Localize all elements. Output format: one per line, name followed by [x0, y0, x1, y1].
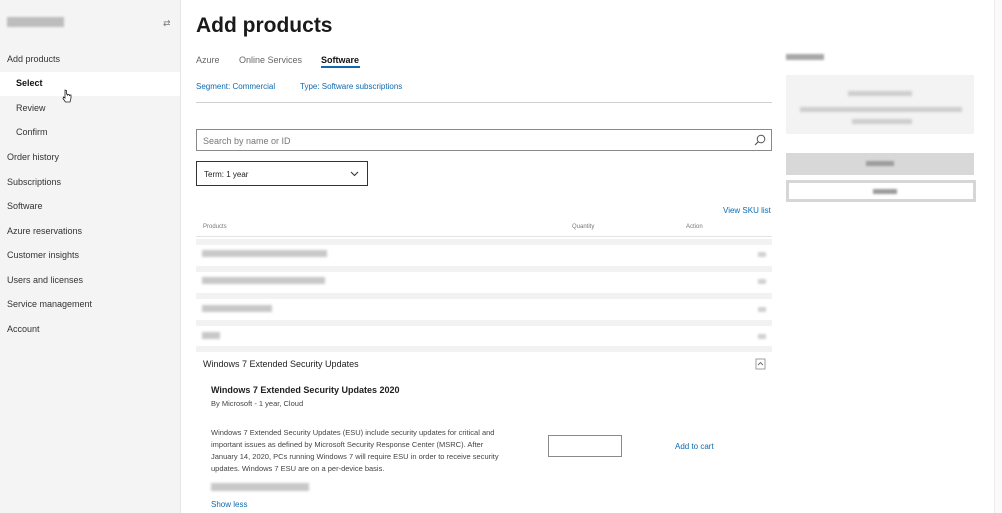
button-text-redacted: [866, 161, 894, 166]
chevron-down-icon: [350, 171, 359, 177]
filter-divider: [196, 102, 772, 103]
tab-online-services[interactable]: Online Services: [239, 55, 302, 65]
sidebar-item-account[interactable]: Account: [7, 324, 40, 334]
product-detail-redacted: [211, 483, 309, 491]
column-header-action: Action: [686, 224, 703, 230]
segment-filter-link[interactable]: Segment: Commercial: [196, 82, 275, 91]
tab-software[interactable]: Software: [321, 55, 359, 65]
row-action-redacted[interactable]: [758, 334, 766, 339]
search-input[interactable]: [203, 134, 743, 147]
row-action-redacted[interactable]: [758, 279, 766, 284]
search-box[interactable]: [196, 129, 772, 151]
mouse-cursor-icon: [62, 89, 72, 103]
table-row-redacted[interactable]: [202, 277, 325, 284]
show-less-link[interactable]: Show less: [211, 500, 247, 509]
organization-name-redacted: [7, 17, 64, 27]
sidebar-item-azure-reservations[interactable]: Azure reservations: [7, 226, 82, 236]
collapse-icon[interactable]: ⇄: [163, 18, 171, 29]
sidebar-item-review[interactable]: Review: [16, 103, 46, 113]
table-row-separator: [196, 239, 772, 245]
product-group-title[interactable]: Windows 7 Extended Security Updates: [203, 359, 359, 369]
add-to-cart-link[interactable]: Add to cart: [675, 442, 714, 451]
sidebar-item-software[interactable]: Software: [7, 201, 43, 211]
column-header-quantity: Quantity: [572, 224, 595, 230]
table-row-redacted[interactable]: [202, 332, 220, 339]
sidebar-item-select-label[interactable]: Select: [16, 78, 43, 88]
sidebar-item-users-and-licenses[interactable]: Users and licenses: [7, 275, 83, 285]
sidebar-item-order-history[interactable]: Order history: [7, 152, 59, 162]
cart-text-redacted: [800, 107, 962, 112]
table-row-separator: [196, 266, 772, 272]
view-sku-list-link[interactable]: View SKU list: [723, 206, 771, 215]
term-dropdown-value: Term: 1 year: [204, 170, 249, 179]
table-row-separator: [196, 320, 772, 326]
cart-summary-card: [786, 75, 974, 134]
sidebar-item-add-products[interactable]: Add products: [7, 54, 60, 64]
search-icon[interactable]: [754, 134, 766, 146]
button-text-redacted: [873, 189, 897, 194]
sidebar: ⇄ Add products Select Review Confirm Ord…: [0, 0, 181, 513]
active-tab-indicator: [321, 66, 360, 68]
sidebar-item-confirm[interactable]: Confirm: [16, 127, 48, 137]
cart-text-redacted: [852, 119, 912, 124]
table-row-separator: [196, 293, 772, 299]
tab-azure[interactable]: Azure: [196, 55, 220, 65]
quantity-input[interactable]: [548, 435, 622, 457]
row-action-redacted[interactable]: [758, 252, 766, 257]
type-filter-link[interactable]: Type: Software subscriptions: [300, 82, 402, 91]
cart-primary-button-redacted[interactable]: [786, 153, 974, 175]
sidebar-item-customer-insights[interactable]: Customer insights: [7, 250, 79, 260]
product-meta: By Microsoft - 1 year, Cloud: [211, 399, 304, 408]
sidebar-item-service-management[interactable]: Service management: [7, 299, 92, 309]
scrollbar-track[interactable]: [994, 0, 1002, 513]
product-name: Windows 7 Extended Security Updates 2020: [211, 385, 400, 395]
collapse-section-icon[interactable]: [755, 358, 766, 370]
page-title: Add products: [196, 14, 333, 37]
product-description: Windows 7 Extended Security Updates (ESU…: [211, 428, 499, 473]
table-row-redacted[interactable]: [202, 250, 327, 257]
sidebar-item-subscriptions[interactable]: Subscriptions: [7, 177, 61, 187]
term-dropdown[interactable]: Term: 1 year: [196, 161, 368, 186]
table-header-divider: [196, 236, 772, 237]
table-row-separator: [196, 346, 772, 352]
cart-text-redacted: [848, 91, 912, 96]
cart-title-redacted: [786, 54, 824, 60]
column-header-products: Products: [203, 224, 227, 230]
cart-secondary-button-redacted[interactable]: [786, 180, 976, 202]
table-row-redacted[interactable]: [202, 305, 272, 312]
row-action-redacted[interactable]: [758, 307, 766, 312]
